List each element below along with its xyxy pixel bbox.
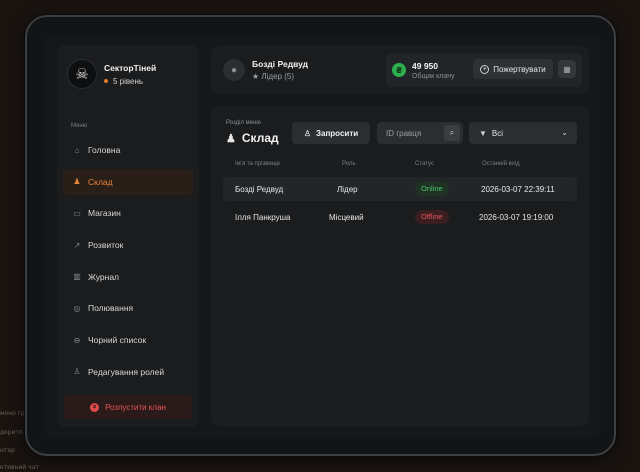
member-role: Місцевий — [329, 213, 364, 222]
search-button[interactable]: ⌕ — [444, 125, 460, 141]
users-icon: ♟ — [226, 132, 236, 145]
background-text: нтар — [0, 447, 15, 454]
page-title-text: Склад — [241, 131, 279, 145]
member-role: Лідер — [337, 185, 358, 194]
star-icon: ★ — [252, 72, 262, 81]
column-header: Останній вхід — [482, 161, 520, 167]
column-header: Роль — [342, 161, 356, 167]
sidebar-item-journal[interactable]: ▥ Журнал — [63, 264, 193, 290]
sidebar-item-label: Редагування ролей — [88, 366, 165, 377]
status-filter-select[interactable]: ▼ Всі ⌄ — [469, 122, 577, 144]
clan-bank: ₴ 49 950 Общак клану + Пожертвувати ▦ — [386, 53, 582, 87]
member-last-login: 2026-03-07 19:19:00 — [479, 213, 554, 222]
sidebar-item-shop[interactable]: ▭ Магазин — [63, 200, 193, 226]
status-badge: Offline — [415, 210, 449, 224]
table-row[interactable]: Ілля Панкруша Місцевий Offline 2026-03-0… — [223, 205, 577, 229]
background-text: дкрито — [0, 429, 23, 436]
member-name: Ілля Панкруша — [235, 213, 291, 222]
chart-icon: ↗ — [73, 240, 81, 250]
bank-label: Общак клану — [412, 73, 455, 80]
menu-label: Меню — [71, 123, 88, 129]
tablet-screen: ☠ СекторТіней 5 рівень Меню ⌂ Головна ♟ — [43, 35, 601, 438]
sidebar: ☠ СекторТіней 5 рівень Меню ⌂ Головна ♟ — [57, 45, 199, 427]
status-badge: Online — [415, 182, 449, 196]
target-icon: ◎ — [73, 303, 81, 313]
disband-clan-button[interactable]: × Розпустити клан — [64, 395, 192, 419]
home-icon: ⌂ — [74, 145, 80, 155]
coin-icon: ₴ — [392, 63, 406, 77]
invite-button[interactable]: ♙ Запросити — [292, 122, 370, 144]
book-icon: ▥ — [73, 272, 81, 282]
table-row[interactable]: Бозді Редвуд Лідер Online 2026-03-07 22:… — [223, 177, 577, 201]
user-rank: ★ Лідер (5) — [252, 72, 308, 81]
avatar: ● — [223, 59, 245, 81]
level-dot-icon — [104, 79, 108, 83]
section-label: Розділ меню — [226, 120, 261, 126]
invite-label: Запросити — [316, 128, 359, 138]
sidebar-item-roster[interactable]: ♟ Склад — [63, 168, 193, 195]
clan-level: 5 рівень — [104, 77, 156, 86]
cart-icon: ▭ — [73, 208, 81, 218]
filter-value: Всі — [491, 128, 504, 138]
add-user-icon: ♙ — [303, 128, 311, 138]
sidebar-item-label: Склад — [88, 176, 113, 187]
sidebar-item-blacklist[interactable]: ⊖ Чорний список — [63, 327, 193, 353]
main-panel: Розділ меню ♟ Склад ♙ Запросити ⌕ ▼ Всі … — [211, 105, 589, 427]
calendar-icon: ▦ — [563, 64, 571, 74]
sidebar-item-label: Журнал — [88, 271, 120, 282]
tablet-frame: ☠ СекторТіней 5 рівень Меню ⌂ Головна ♟ — [25, 15, 616, 456]
close-icon: × — [90, 402, 100, 412]
sidebar-item-home[interactable]: ⌂ Головна — [63, 137, 193, 163]
sidebar-item-label: Чорний список — [88, 335, 147, 346]
clan-header: ☠ СекторТіней 5 рівень — [67, 59, 156, 89]
plus-icon: + — [480, 64, 490, 74]
donate-button[interactable]: + Пожертвувати — [473, 59, 553, 79]
sidebar-item-edit-roles[interactable]: ♙ Редагування ролей — [63, 359, 193, 385]
clan-name: СекторТіней — [104, 62, 157, 73]
sidebar-item-label: Розвиток — [88, 240, 124, 251]
search-icon: ⌕ — [449, 128, 455, 137]
calendar-button[interactable]: ▦ — [558, 60, 576, 78]
chevron-down-icon: ⌄ — [561, 128, 568, 137]
sidebar-menu: ⌂ Головна ♟ Склад ▭ Магазин ↗ Розвиток ▥ — [63, 137, 193, 391]
clan-level-text: 5 рівень — [113, 76, 144, 86]
sidebar-item-hunting[interactable]: ◎ Полювання — [63, 295, 193, 321]
donate-label: Пожертвувати — [493, 64, 546, 74]
column-header: Статус — [415, 161, 434, 167]
filter-icon: ▼ — [479, 128, 487, 138]
member-name: Бозді Редвуд — [235, 185, 284, 194]
top-bar: ● Бозді Редвуд ★ Лідер (5) ₴ 49 950 Обща… — [211, 45, 589, 95]
block-icon: ⊖ — [73, 335, 81, 345]
role-icon: ♙ — [73, 367, 81, 377]
users-icon: ♟ — [73, 177, 81, 187]
user-name: Бозді Редвуд — [252, 59, 309, 69]
clan-logo-icon: ☠ — [67, 59, 97, 89]
sidebar-item-label: Магазин — [88, 208, 121, 219]
page-title: ♟ Склад — [226, 131, 279, 145]
sidebar-item-label: Полювання — [88, 303, 134, 314]
bank-amount: 49 950 — [412, 61, 438, 71]
member-last-login: 2026-03-07 22:39:11 — [481, 185, 555, 194]
player-id-input[interactable] — [377, 122, 441, 144]
table-header: Ім'я та прізвище Роль Статус Останній вх… — [211, 161, 589, 173]
search-box: ⌕ — [377, 122, 463, 144]
user-card: ● Бозді Редвуд ★ Лідер (5) — [223, 59, 308, 81]
background-text: ктивний чат — [0, 464, 39, 471]
disband-label: Розпустити клан — [105, 402, 166, 412]
column-header: Ім'я та прізвище — [235, 161, 280, 167]
user-rank-text: Лідер (5) — [261, 72, 294, 81]
sidebar-item-development[interactable]: ↗ Розвиток — [63, 232, 193, 258]
sidebar-item-label: Головна — [88, 145, 121, 155]
